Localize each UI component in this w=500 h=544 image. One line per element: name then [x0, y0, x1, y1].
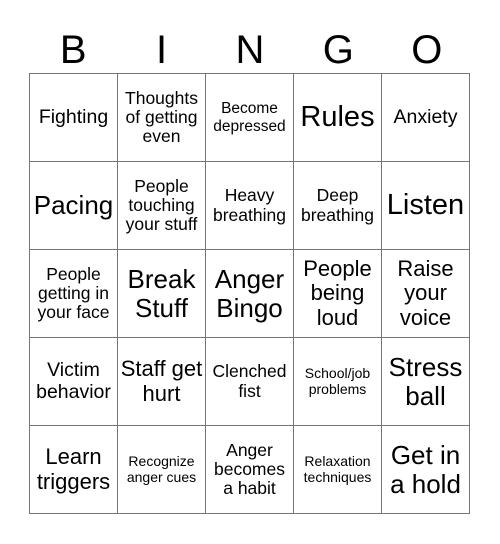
bingo-cell: Fighting	[30, 74, 118, 162]
bingo-cell: Deep breathing	[294, 162, 382, 250]
bingo-cell: Recognize anger cues	[118, 426, 206, 514]
header-letter-b: B	[59, 28, 87, 72]
bingo-cell: Learn triggers	[30, 426, 118, 514]
bingo-cell free-space: Anger Bingo	[206, 250, 294, 338]
bingo-cell: People being loud	[294, 250, 382, 338]
bingo-cell: Break Stuff	[118, 250, 206, 338]
bingo-cell: Staff get hurt	[118, 338, 206, 426]
bingo-cell: Heavy breathing	[206, 162, 294, 250]
bingo-cell: Pacing	[30, 162, 118, 250]
bingo-cell: Anxiety	[382, 74, 470, 162]
header-letter-i: I	[156, 28, 168, 72]
bingo-cell: Anger becomes a habit	[206, 426, 294, 514]
header-letter-n: N	[235, 28, 265, 72]
bingo-cell: Rules	[294, 74, 382, 162]
bingo-cell: People getting in your face	[30, 250, 118, 338]
bingo-cell: Victim behavior	[30, 338, 118, 426]
bingo-cell: Relaxation techniques	[294, 426, 382, 514]
header-letter-o: O	[411, 28, 443, 72]
bingo-cell: Get in a hold	[382, 426, 470, 514]
bingo-cell: People touching your stuff	[118, 162, 206, 250]
bingo-header: B I N G O	[29, 28, 471, 72]
bingo-cell: Listen	[382, 162, 470, 250]
bingo-cell: Clenched fist	[206, 338, 294, 426]
bingo-cell: Raise your voice	[382, 250, 470, 338]
header-letter-g: G	[322, 28, 354, 72]
bingo-cell: Become depressed	[206, 74, 294, 162]
bingo-cell: Thoughts of getting even	[118, 74, 206, 162]
bingo-cell: School/job problems	[294, 338, 382, 426]
bingo-cell: Stress ball	[382, 338, 470, 426]
bingo-grid: Fighting Thoughts of getting even Become…	[29, 73, 470, 514]
